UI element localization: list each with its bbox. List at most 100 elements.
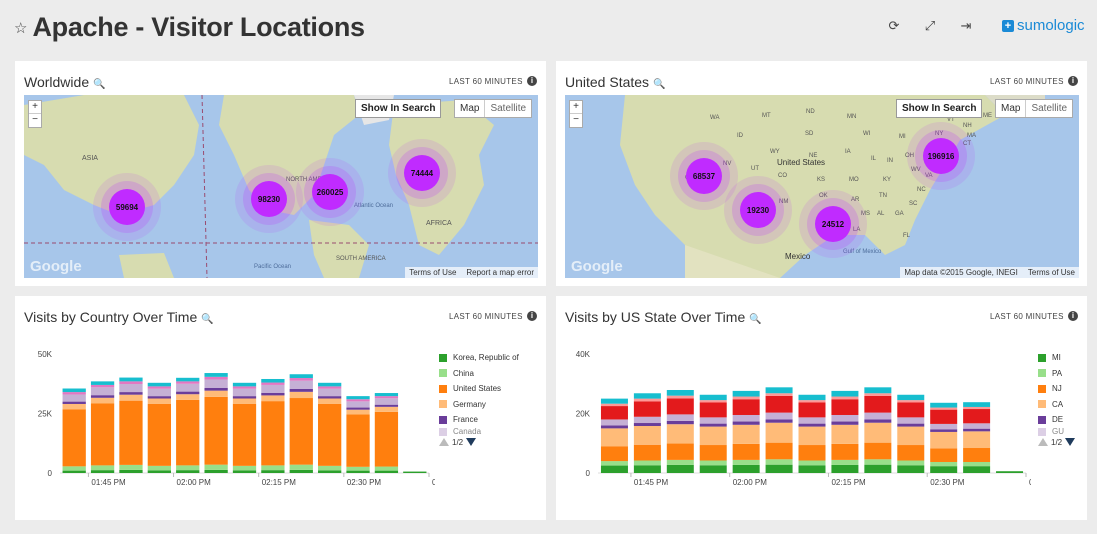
- bar-segment: [346, 396, 370, 400]
- page-down-icon[interactable]: [466, 438, 477, 446]
- bar-segment: [963, 461, 991, 467]
- time-range[interactable]: LAST 60 MINUTES: [449, 77, 523, 86]
- legend-item[interactable]: Germany: [439, 397, 519, 413]
- map-cluster[interactable]: 196916: [907, 122, 975, 190]
- time-range[interactable]: LAST 60 MINUTES: [990, 77, 1064, 86]
- zoom-in-button[interactable]: +: [29, 101, 41, 114]
- legend-swatch: [439, 427, 447, 436]
- legend-swatch: [1038, 427, 1046, 436]
- dashboard-header: ☆ Apache - Visitor Locations ⟳ ⤢ ⇥ + sum…: [0, 0, 1097, 56]
- legend-item[interactable]: France: [439, 412, 519, 428]
- satellite-button[interactable]: Satellite: [1025, 100, 1072, 117]
- map-label: ID: [737, 133, 744, 139]
- legend-swatch: [1038, 384, 1046, 393]
- zoom-out-button[interactable]: −: [29, 114, 41, 127]
- legend-item[interactable]: DE: [1038, 412, 1075, 428]
- legend-item[interactable]: Korea, Republic of: [439, 350, 519, 366]
- map-button[interactable]: Map: [996, 100, 1025, 117]
- bar-segment: [204, 387, 228, 391]
- x-tick-label: 02:00 PM: [177, 478, 212, 487]
- legend-swatch: [439, 384, 447, 393]
- magnifier-icon[interactable]: 🔍: [93, 79, 105, 90]
- bar-segment: [204, 464, 228, 470]
- zoom-in-button[interactable]: +: [570, 101, 582, 114]
- bar-segment: [831, 399, 859, 415]
- legend-item[interactable]: MI: [1038, 350, 1075, 366]
- info-icon[interactable]: i: [527, 76, 537, 86]
- map-cluster[interactable]: 260025: [296, 158, 364, 226]
- cluster-label: 68537: [693, 172, 716, 181]
- bar-segment: [765, 419, 793, 423]
- google-logo[interactable]: Google: [30, 258, 82, 275]
- bar-segment: [346, 399, 370, 402]
- info-icon[interactable]: i: [1068, 76, 1078, 86]
- bar-segment: [963, 431, 991, 449]
- country-chart-panel: Visits by Country Over Time 🔍 LAST 60 MIN…: [15, 296, 546, 520]
- bar-segment: [831, 421, 859, 425]
- us-map[interactable]: WA MT ND MN ID SD WI MI NY VT NH ME MA W…: [565, 95, 1079, 278]
- bar-segment: [600, 406, 628, 420]
- time-range[interactable]: LAST 60 MINUTES: [449, 312, 523, 321]
- sumologic-logo[interactable]: + sumologic: [1002, 17, 1085, 34]
- map-cluster[interactable]: 24512: [799, 190, 867, 258]
- magnifier-icon[interactable]: 🔍: [653, 79, 665, 90]
- zoom-out-button[interactable]: −: [570, 114, 582, 127]
- legend-item[interactable]: United States: [439, 381, 519, 397]
- bar-segment: [864, 464, 892, 473]
- legend-item[interactable]: Canada: [439, 427, 519, 436]
- star-icon[interactable]: ☆: [14, 19, 27, 37]
- page-up-icon[interactable]: [439, 438, 449, 446]
- world-map[interactable]: ASIA NORTH AMERICA Atlantic Ocean AFRICA…: [24, 95, 538, 278]
- bar-segment: [90, 387, 115, 396]
- map-cluster[interactable]: 74444: [388, 139, 456, 207]
- bar-segment: [897, 400, 925, 403]
- bar-segment: [374, 404, 399, 407]
- show-in-search-button[interactable]: Show In Search: [896, 99, 983, 118]
- bar-segment: [633, 460, 661, 466]
- cluster-label: 19230: [747, 206, 770, 215]
- report-error-link[interactable]: Report a map error: [466, 268, 534, 277]
- expand-icon[interactable]: ⤢: [922, 18, 938, 34]
- map-label: SD: [805, 131, 814, 137]
- bar-segment: [699, 423, 727, 427]
- map-button[interactable]: Map: [455, 100, 484, 117]
- map-label: CO: [778, 173, 787, 179]
- legend-item[interactable]: NJ: [1038, 381, 1075, 397]
- bar-segment: [897, 394, 925, 401]
- info-icon[interactable]: i: [527, 311, 537, 321]
- terms-link[interactable]: Terms of Use: [409, 268, 456, 277]
- map-cluster[interactable]: 19230: [724, 176, 792, 244]
- bar-segment: [318, 470, 342, 473]
- terms-link[interactable]: Terms of Use: [1028, 268, 1075, 277]
- show-in-search-button[interactable]: Show In Search: [355, 99, 442, 118]
- legend-item[interactable]: GU: [1038, 427, 1075, 436]
- panel-title: United States 🔍: [565, 74, 666, 90]
- page-up-icon[interactable]: [1038, 438, 1048, 446]
- legend-item[interactable]: PA: [1038, 366, 1075, 382]
- exit-icon[interactable]: ⇥: [958, 18, 974, 34]
- refresh-icon[interactable]: ⟳: [886, 18, 902, 34]
- map-cluster[interactable]: 98230: [235, 165, 303, 233]
- page-down-icon[interactable]: [1065, 438, 1076, 446]
- map-label: United States: [777, 158, 825, 167]
- bar-segment: [831, 390, 859, 397]
- google-logo[interactable]: Google: [571, 258, 623, 275]
- y-tick-label: 50K: [38, 350, 53, 359]
- info-icon[interactable]: i: [1068, 311, 1078, 321]
- map-label: ND: [806, 109, 815, 115]
- map-label: WA: [710, 115, 719, 121]
- bar-segment: [765, 464, 793, 473]
- map-label: WI: [863, 131, 871, 137]
- map-cluster[interactable]: 59694: [93, 173, 161, 241]
- bar-segment: [119, 381, 143, 384]
- legend-item[interactable]: CA: [1038, 397, 1075, 413]
- satellite-button[interactable]: Satellite: [484, 100, 531, 117]
- legend-swatch: [1038, 400, 1046, 409]
- legend-swatch: [439, 400, 447, 409]
- logo-text: sumologic: [1017, 17, 1085, 34]
- map-label: SOUTH AMERICA: [336, 256, 386, 262]
- bar-segment: [633, 393, 661, 399]
- bar-segment: [176, 394, 200, 400]
- bar-segment: [963, 402, 991, 407]
- legend-item[interactable]: China: [439, 366, 519, 382]
